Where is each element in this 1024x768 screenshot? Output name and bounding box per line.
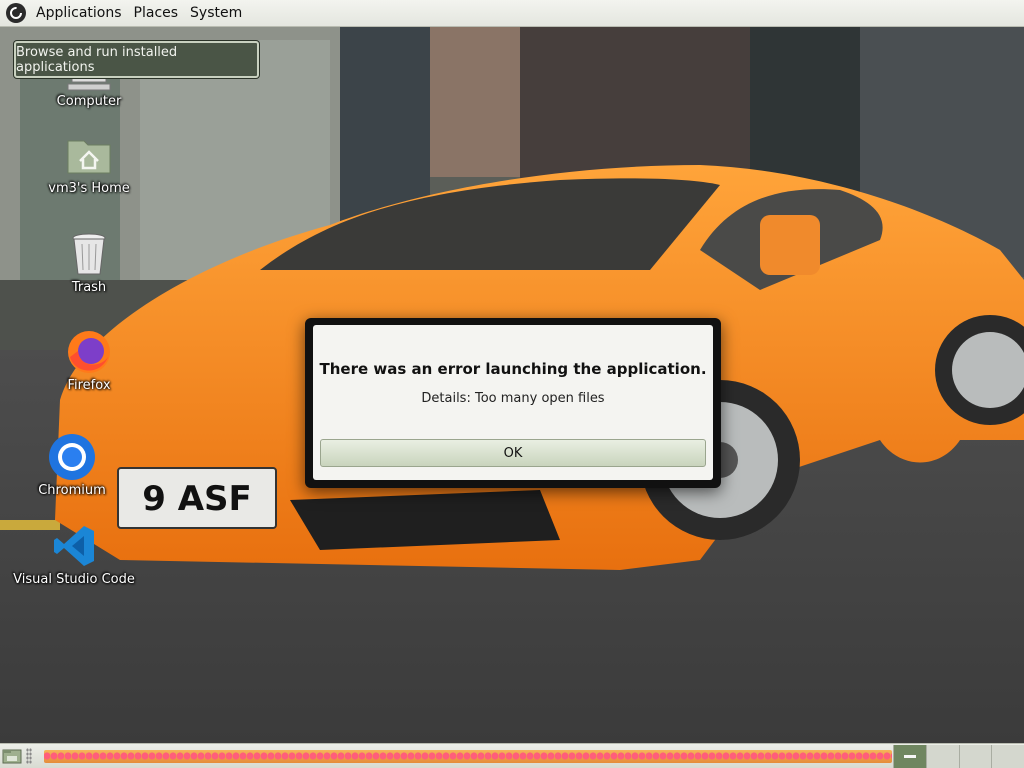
desktop-icon-label: Trash [71, 280, 107, 295]
dialog-title: There was an error launching the applica… [319, 360, 707, 378]
applications-tooltip: Browse and run installed applications [14, 41, 259, 78]
desktop-icon-chromium[interactable]: Chromium [12, 433, 132, 498]
workspace-4[interactable] [991, 745, 1024, 768]
panel-grip-handle[interactable] [26, 748, 32, 764]
desktop-icon-label: vm3's Home [48, 181, 130, 196]
show-desktop-icon[interactable] [2, 747, 22, 765]
desktop-icon-label: Visual Studio Code [13, 572, 135, 587]
desktop-icon-label: Computer [56, 94, 122, 109]
window-list[interactable] [44, 750, 892, 763]
dialog-details: Details: Too many open files [421, 391, 605, 406]
tooltip-text: Browse and run installed applications [16, 44, 178, 75]
distro-logo-icon[interactable] [6, 3, 26, 23]
desktop-icon-home[interactable]: vm3's Home [29, 131, 149, 196]
top-panel: Applications Places System [0, 0, 1024, 27]
workspace-1[interactable] [893, 745, 926, 768]
menu-system[interactable]: System [188, 5, 244, 21]
home-folder-icon [65, 131, 113, 179]
vscode-icon [50, 522, 98, 570]
error-dialog: There was an error launching the applica… [313, 325, 713, 480]
active-window-marker [903, 755, 916, 758]
ok-button[interactable]: OK [320, 439, 706, 467]
desktop-icon-vscode[interactable]: Visual Studio Code [13, 522, 135, 587]
menu-places[interactable]: Places [132, 5, 181, 21]
desktop-icon-trash[interactable]: Trash [29, 230, 149, 295]
workspace-switcher[interactable] [893, 745, 1024, 768]
desktop-icon-label: Chromium [38, 483, 106, 498]
chromium-icon [48, 433, 96, 481]
workspace-3[interactable] [958, 745, 992, 768]
bottom-panel [0, 743, 1024, 768]
menu-applications[interactable]: Applications [34, 5, 124, 21]
firefox-icon [65, 328, 113, 376]
desktop-icon-label: Firefox [67, 378, 111, 393]
trash-icon [65, 230, 113, 278]
workspace-2[interactable] [925, 745, 959, 768]
license-plate-text: 9 ASF [142, 479, 252, 519]
desktop-icon-firefox[interactable]: Firefox [29, 328, 149, 393]
